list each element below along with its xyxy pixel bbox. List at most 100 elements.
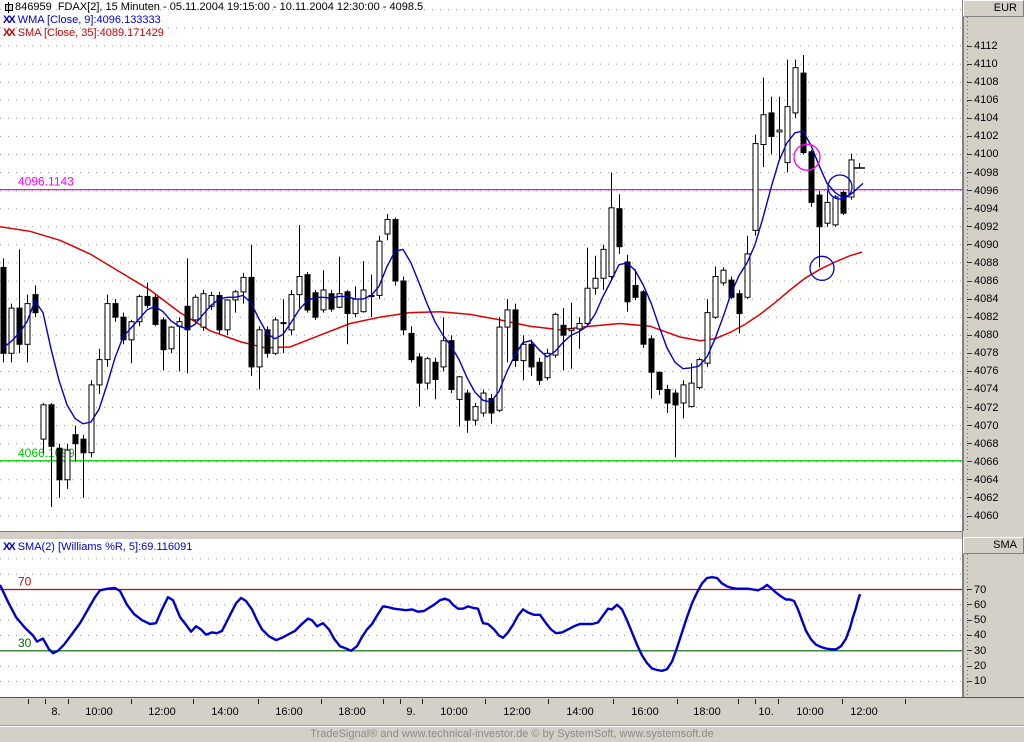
candle <box>576 317 583 349</box>
williams-axis-label: 30 <box>974 644 987 657</box>
time-axis-label: 16:00 <box>631 706 659 718</box>
candle <box>688 363 695 408</box>
candle <box>56 443 63 498</box>
candle <box>184 258 191 374</box>
candle <box>456 375 463 427</box>
time-axis-label: 12:00 <box>850 706 878 718</box>
pin-head <box>5 4 13 11</box>
candle <box>136 294 143 327</box>
price-tick <box>967 298 972 300</box>
time-tick <box>548 699 549 704</box>
candle <box>96 348 103 394</box>
candle <box>840 190 847 215</box>
williams-tick <box>967 604 972 606</box>
candle <box>256 326 263 390</box>
price-tick <box>967 352 972 354</box>
wr-legend-label: SMA(2) [Williams %R, 5]: <box>17 541 142 553</box>
price-tick <box>967 407 972 409</box>
price-tick <box>967 479 972 481</box>
williams-legend[interactable]: XX SMA(2) [Williams %R, 5]:69.116091 <box>3 541 192 554</box>
candle <box>672 389 679 458</box>
price-axis-label: 4092 <box>974 220 999 233</box>
wma-legend[interactable]: XX WMA [Close, 9]:4096.133333 <box>3 14 161 27</box>
candle <box>752 134 759 236</box>
price-tick <box>967 461 972 463</box>
wma-legend-label: WMA [Close, 9]: <box>17 14 97 26</box>
williams-axis[interactable]: 70 60 50 40 30 20 10 <box>963 554 1024 697</box>
candle <box>504 299 511 363</box>
time-tick <box>321 699 322 704</box>
candle <box>584 247 591 327</box>
candle <box>312 290 319 320</box>
williams-tick <box>967 650 972 652</box>
candle <box>560 308 567 371</box>
time-axis-label: 12:00 <box>148 706 176 718</box>
williams-r-panel[interactable]: 70 30 XX SMA(2) [Williams %R, 5]:69.116091 <box>0 540 963 697</box>
panel-splitter[interactable] <box>0 531 1024 540</box>
candle <box>24 294 31 363</box>
candle <box>280 299 287 354</box>
price-axis-label: 4102 <box>974 130 999 143</box>
candle <box>112 299 119 322</box>
price-tick <box>967 334 972 336</box>
price-axis-label: 4080 <box>974 329 999 342</box>
indicator-axis-label: SMA <box>993 539 1017 551</box>
candle <box>424 356 431 390</box>
axis-dotted-edge <box>967 17 968 531</box>
sma-legend-value: 4089.171429 <box>99 27 164 39</box>
candle <box>472 403 479 426</box>
time-tick <box>258 699 259 704</box>
price-tick <box>967 99 972 101</box>
price-axis-label: 4064 <box>974 473 999 486</box>
status-bar: TradeSignal® and www.technical-investor.… <box>0 727 1024 742</box>
price-axis-label: 4094 <box>974 202 999 215</box>
candle <box>80 434 87 498</box>
main-price-panel[interactable]: 4096.1143 4066.1099 846959 FDAX[2], 15 Mi… <box>0 0 963 531</box>
time-axis[interactable]: 8. 10:00 12:00 14:00 16:00 18:00 9. 10:00 12:00 1… <box>0 697 1024 727</box>
price-axis-label: 4074 <box>974 383 999 396</box>
time-tick <box>68 699 69 704</box>
candle <box>384 214 391 241</box>
candle <box>480 389 487 417</box>
price-axis-label: 4098 <box>974 166 999 179</box>
candle <box>784 59 791 173</box>
candle <box>712 266 719 319</box>
resistance-level-label: 4096.1143 <box>18 175 74 189</box>
time-tick <box>422 699 423 704</box>
candle <box>152 294 159 327</box>
time-tick <box>677 699 678 704</box>
price-tick <box>967 388 972 390</box>
price-tick <box>967 443 972 445</box>
last-price-marker <box>854 163 865 169</box>
chart-title: 846959 FDAX[2], 15 Minuten - 05.11.2004 … <box>15 1 424 13</box>
time-axis-label: 16:00 <box>275 706 303 718</box>
price-axis-label: 4060 <box>974 510 999 522</box>
candle <box>528 339 535 376</box>
pin-icon[interactable] <box>4 2 13 13</box>
candle <box>104 294 111 367</box>
candle <box>592 255 599 295</box>
candle <box>464 389 471 433</box>
candle <box>272 317 279 356</box>
price-axis-label: 4066 <box>974 455 999 468</box>
candle <box>344 290 351 345</box>
time-axis-label: 14:00 <box>211 706 239 718</box>
price-tick <box>967 81 972 83</box>
candle <box>768 96 775 155</box>
candle <box>296 225 303 309</box>
indicator-chart-canvas: 70 30 <box>0 558 963 682</box>
williams-r-line[interactable] <box>0 576 862 673</box>
candle <box>320 270 327 313</box>
candle <box>232 290 239 313</box>
candle <box>824 190 831 227</box>
candle <box>792 59 799 119</box>
time-tick <box>755 699 756 704</box>
price-tick <box>967 280 972 282</box>
sma-legend[interactable]: XX SMA [Close, 35]:4089.171429 <box>3 27 164 40</box>
price-axis[interactable]: 4112 4110 4108 4106 4104 4102 4100 4098 4096 4094… <box>963 17 1024 531</box>
price-axis-label: 4090 <box>974 238 999 251</box>
price-axis-label: 4106 <box>974 94 999 107</box>
candle <box>536 357 543 385</box>
candle <box>408 326 415 363</box>
candle <box>160 317 167 371</box>
